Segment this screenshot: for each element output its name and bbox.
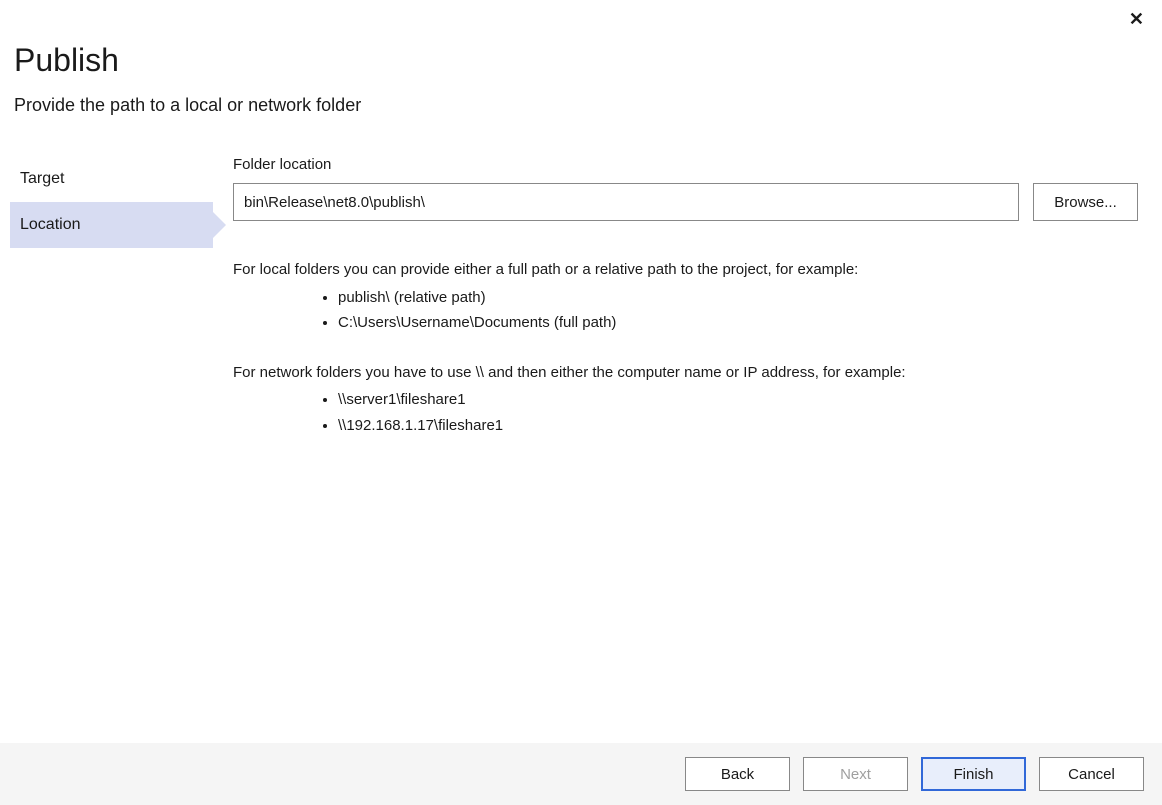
help-local-intro: For local folders you can provide either… [233, 257, 1138, 283]
help-network-example: \\server1\fileshare1 [338, 387, 1138, 413]
help-local-example: C:\Users\Username\Documents (full path) [338, 310, 1138, 336]
finish-button[interactable]: Finish [921, 757, 1026, 791]
browse-button[interactable]: Browse... [1033, 183, 1138, 221]
next-button: Next [803, 757, 908, 791]
folder-location-label: Folder location [233, 156, 1138, 173]
sidebar-item-target[interactable]: Target [10, 156, 213, 202]
main-content: Folder location Browse... For local fold… [213, 156, 1162, 462]
help-local-example: publish\ (relative path) [338, 285, 1138, 311]
page-subtitle: Provide the path to a local or network f… [14, 95, 1148, 116]
wizard-footer: Back Next Finish Cancel [0, 743, 1162, 805]
cancel-button[interactable]: Cancel [1039, 757, 1144, 791]
close-icon[interactable]: ✕ [1125, 6, 1148, 32]
back-button[interactable]: Back [685, 757, 790, 791]
page-title: Publish [14, 42, 1148, 79]
help-network-example: \\192.168.1.17\fileshare1 [338, 413, 1138, 439]
wizard-sidebar: Target Location [0, 156, 213, 462]
help-text: For local folders you can provide either… [233, 257, 1138, 438]
sidebar-item-location[interactable]: Location [10, 202, 213, 248]
folder-location-input[interactable] [233, 183, 1019, 221]
help-network-intro: For network folders you have to use \\ a… [233, 360, 1138, 386]
